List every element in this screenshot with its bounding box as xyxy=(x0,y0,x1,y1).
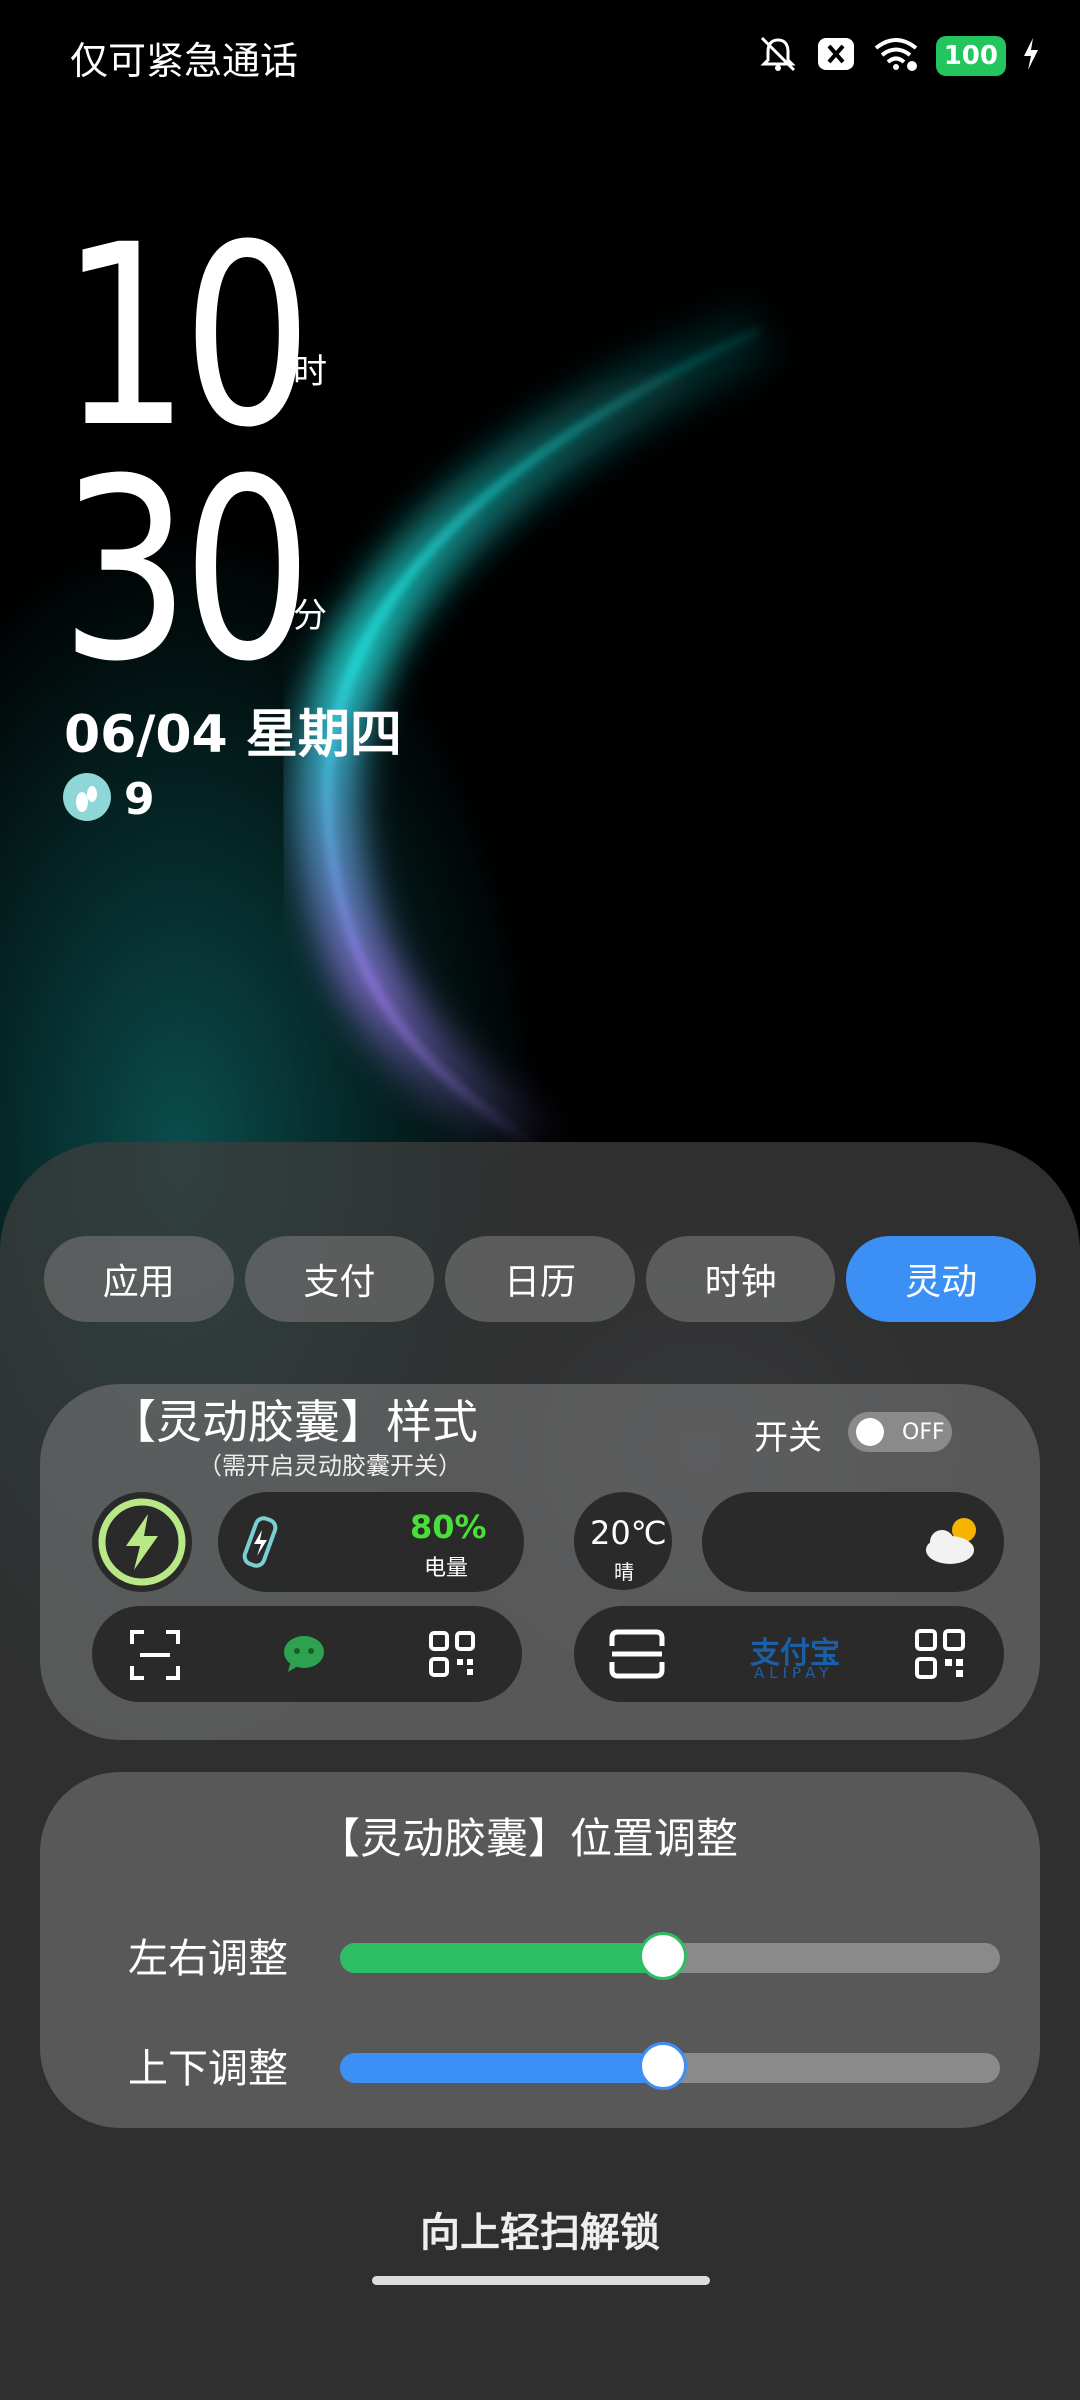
status-bar: 仅可紧急通话 100 xyxy=(0,0,1080,110)
vertical-slider-label: 上下调整 xyxy=(128,2046,288,2092)
alipay-scan-icon xyxy=(609,1629,665,1679)
step-counter: 9 xyxy=(62,772,155,826)
tab-apps[interactable]: 应用 xyxy=(44,1236,234,1322)
partly-cloudy-icon xyxy=(926,1518,976,1564)
lightning-circle-icon xyxy=(98,1498,186,1586)
toggle-state: OFF xyxy=(902,1419,945,1445)
battery-percent: 80% xyxy=(410,1508,487,1546)
horizontal-slider-fill xyxy=(340,1943,664,1973)
steps-value: 9 xyxy=(124,773,155,825)
vibrate-off-icon xyxy=(756,34,800,78)
vertical-slider-fill xyxy=(340,2053,664,2083)
wechat-capsule-option[interactable] xyxy=(92,1606,522,1702)
wechat-icon xyxy=(284,1636,324,1672)
scan-icon xyxy=(130,1630,180,1680)
capsule-style-title: 【灵动胶囊】样式 xyxy=(110,1395,478,1449)
temperature-value: 20℃ xyxy=(590,1514,667,1552)
capsule-toggle[interactable]: OFF xyxy=(848,1412,952,1452)
horizontal-slider[interactable] xyxy=(340,1932,1000,1980)
hour-unit: 时 xyxy=(293,352,327,392)
tab-clock[interactable]: 时钟 xyxy=(645,1236,836,1322)
tab-dynamic[interactable]: 灵动 xyxy=(846,1236,1036,1322)
capsule-position-title: 【灵动胶囊】位置调整 xyxy=(318,1814,739,1863)
horizontal-slider-label: 左右调整 xyxy=(128,1936,288,1982)
payment-code-icon xyxy=(915,1629,965,1679)
battery-capsule-icon xyxy=(242,1516,278,1568)
vertical-slider-knob[interactable] xyxy=(639,2042,688,2090)
battery-label: 电量 xyxy=(424,1556,469,1581)
home-indicator[interactable] xyxy=(372,2276,710,2285)
clock-minute: 30 xyxy=(60,425,313,716)
alipay-logo-subtext: ALIPAY xyxy=(754,1664,834,1682)
capsule-style-subtitle: （需开启灵动胶囊开关） xyxy=(198,1452,462,1480)
swipe-unlock-hint: 向上轻扫解锁 xyxy=(420,2210,660,2256)
battery-icon: 100 xyxy=(935,36,1006,76)
charging-icon xyxy=(1022,38,1040,74)
horizontal-slider-knob[interactable] xyxy=(639,1932,688,1980)
qr-code-icon xyxy=(429,1631,475,1677)
footprint-icon xyxy=(62,772,112,826)
date-text: 06/04 星期四 xyxy=(64,705,402,765)
vertical-slider[interactable] xyxy=(340,2042,1000,2090)
weather-capsule-option[interactable] xyxy=(702,1492,1004,1592)
weather-condition: 晴 xyxy=(614,1560,634,1584)
tab-payment[interactable]: 支付 xyxy=(244,1236,435,1322)
close-box-icon xyxy=(816,36,856,76)
toggle-knob xyxy=(856,1418,884,1446)
toggle-label: 开关 xyxy=(754,1418,822,1458)
charging-style-option[interactable] xyxy=(92,1492,192,1592)
tab-calendar[interactable]: 日历 xyxy=(445,1236,635,1322)
tab-bar: 应用 支付 日历 时钟 灵动 xyxy=(44,1236,1036,1322)
minute-unit: 分 xyxy=(293,596,327,636)
wifi-icon xyxy=(872,36,920,76)
carrier-text: 仅可紧急通话 xyxy=(70,39,299,83)
status-icons: 100 xyxy=(756,30,1040,82)
